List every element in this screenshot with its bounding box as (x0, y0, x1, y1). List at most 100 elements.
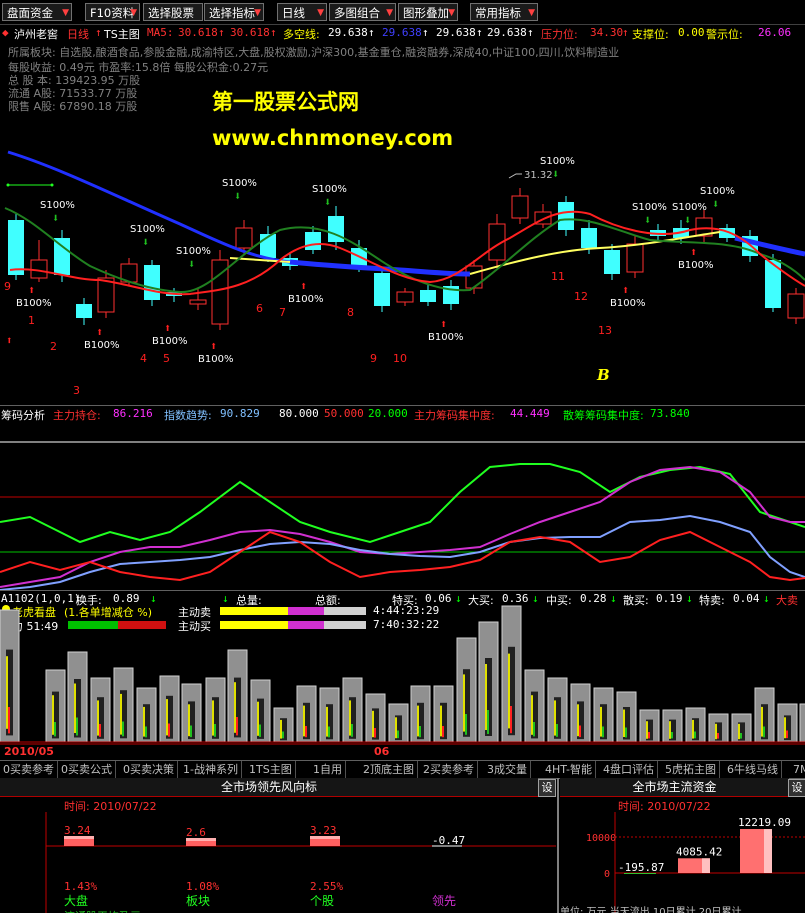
candle-body (581, 228, 597, 248)
buy-signal-label: B100% (152, 336, 187, 347)
kline-chart[interactable]: S100%⬇S100%⬇ S100%⬇S100%⬇S100%⬇S100%⬇S100… (0, 120, 805, 405)
volume-color-part (740, 733, 742, 739)
dropdown-arrow-icon: ▼ (528, 8, 535, 18)
down-arrow-icon: ⬇ (142, 235, 149, 249)
volume-yellow-part (326, 706, 328, 737)
up-arrow-icon: ⬆ (300, 279, 307, 293)
volume-color-part (328, 726, 330, 738)
toolbar-button-3[interactable]: 选择股票 (143, 3, 203, 21)
fund-flow-value: 12219.09 (738, 816, 791, 829)
wave-number: 3 (73, 384, 80, 397)
sell-signal-label: S100% (176, 246, 211, 257)
sell-signal-label: S100% (40, 200, 75, 211)
warn-value: 26.06 (758, 26, 792, 39)
volume-yellow-part (577, 704, 579, 737)
tab-1[interactable]: 0买卖参考 (0, 761, 58, 778)
axis-label-0: 0 (604, 869, 610, 880)
volume-color-part (717, 733, 719, 739)
volume-color-part (99, 724, 101, 737)
left-panel-settings-button[interactable]: 设 (538, 779, 556, 797)
tab-11[interactable]: 4盘口评估 (600, 761, 658, 778)
toolbar-button-7[interactable]: 图形叠加 ▼ (398, 3, 458, 21)
up-arrow-icon: ⬆ (210, 339, 217, 353)
volume-color-part (259, 724, 261, 737)
toolbar-button-1[interactable]: 盘面资金 ▼ (2, 3, 72, 21)
level-50: 50.000 (324, 407, 364, 420)
volume-color-part (786, 730, 788, 739)
tab-9[interactable]: 3成交量 (484, 761, 531, 778)
tab-3[interactable]: 0买卖决策 (120, 761, 178, 778)
support-value: 0.00 (678, 26, 705, 39)
toolbar-button-2[interactable]: F10资料 ▼ (85, 3, 140, 21)
chip-chart[interactable] (0, 422, 805, 590)
candle-body (787, 293, 805, 319)
leader-bar-chart: 3.24 1.43%大盘 2.6 1.08%板块 3.23 2.55%个股 -0.47 领先流… (45, 812, 556, 913)
tab-6[interactable]: 1自用 (310, 761, 346, 778)
volume-yellow-part (738, 723, 740, 740)
up-arrow-icon: ↑ (622, 26, 629, 39)
left-panel-footer: 流通股平均盈亏 (64, 909, 141, 913)
volume-yellow-part (508, 653, 510, 729)
sell-signal-label: S100% (700, 186, 735, 197)
chip-header: 筹码分析 主力持仓: 86.216 指数趋势: 90.829 80.000 50… (0, 405, 805, 422)
dropdown-arrow-icon: ▼ (130, 8, 137, 18)
toolbar-button-8[interactable]: 常用指标 ▼ (470, 3, 538, 21)
stock-name: 泸州老窖 (14, 28, 58, 41)
toolbar-button-4[interactable]: 选择指标 ▼ (204, 3, 264, 21)
volume-color-part (351, 724, 353, 737)
retail-conc-value: 73.840 (650, 407, 690, 420)
pressure-label: 压力位: (541, 28, 578, 41)
volume-color-part (54, 722, 56, 737)
tab-2[interactable]: 0买卖公式 (58, 761, 116, 778)
volume-color-part (168, 723, 170, 737)
volume-color-part (487, 710, 489, 734)
wave-number: 2 (50, 340, 57, 353)
volume-color-part (763, 726, 765, 738)
tab-14[interactable]: 7M (790, 761, 805, 778)
wave-number: 9 (4, 280, 11, 293)
buy-signal-label: B100% (16, 298, 51, 309)
up-arrow-icon: ↑ (368, 26, 375, 39)
dropdown-arrow-icon: ▼ (317, 8, 324, 18)
tab-12[interactable]: 5虎拓主图 (662, 761, 720, 778)
toolbar-button-6[interactable]: 多图组合 ▼ (329, 3, 396, 21)
dropdown-arrow-icon: ▼ (62, 8, 69, 18)
dropdown-arrow-icon: ▼ (448, 8, 455, 18)
tab-8[interactable]: 2买卖参考 (420, 761, 478, 778)
leader-name: 大盘 (64, 893, 88, 908)
volume-yellow-part (372, 710, 374, 738)
up-arrow-icon: ↑ (218, 26, 225, 39)
volume-yellow-part (761, 706, 763, 737)
info-sectors: 所属板块: 自选股,酿酒食品,参股金融,成渝特区,大盘,股权激励,沪深300,基… (8, 46, 620, 59)
volume-yellow-part (669, 721, 671, 739)
toolbar-button-5[interactable]: 日线 ▼ (277, 3, 327, 21)
volume-yellow-part (784, 717, 786, 739)
volume-chart[interactable] (0, 600, 805, 760)
tab-4[interactable]: 1-战神系列 (180, 761, 242, 778)
wave-number: 4 (140, 352, 147, 365)
candle-body (76, 304, 92, 318)
tab-7[interactable]: 2顶底主图 (360, 761, 418, 778)
up-arrow-icon: ↑ (95, 26, 102, 39)
sell-signal-label: S100% (222, 178, 257, 189)
main-conc-value: 44.449 (510, 407, 550, 420)
candle-body (235, 227, 253, 249)
right-panel-settings-button[interactable]: 设 (788, 779, 805, 797)
leader-name: 个股 (310, 894, 334, 908)
stock-marker-icon: ◆ (2, 26, 9, 39)
main-indicator[interactable]: TS主图 (104, 26, 140, 42)
fund-flow-chart: 10000 0 -195.87 4085.42 12219.09 单位: 万元 当天… (560, 812, 805, 913)
volume-color-part (625, 727, 627, 738)
wave-number: 5 (163, 352, 170, 365)
tab-13[interactable]: 6牛线马线 (724, 761, 782, 778)
main-conc-label: 主力筹码集中度: (414, 409, 495, 422)
date-label-left: 2010/05 (4, 745, 54, 758)
volume-color-part (282, 731, 284, 739)
flag-dot-left (6, 183, 10, 187)
wave-number: 9 (370, 352, 377, 365)
tab-10[interactable]: 4HT-智能 (542, 761, 596, 778)
volume-bar (799, 703, 805, 743)
volume-color-part (579, 725, 581, 738)
tab-5[interactable]: 1TS主图 (246, 761, 296, 778)
volume-yellow-part (6, 656, 8, 729)
